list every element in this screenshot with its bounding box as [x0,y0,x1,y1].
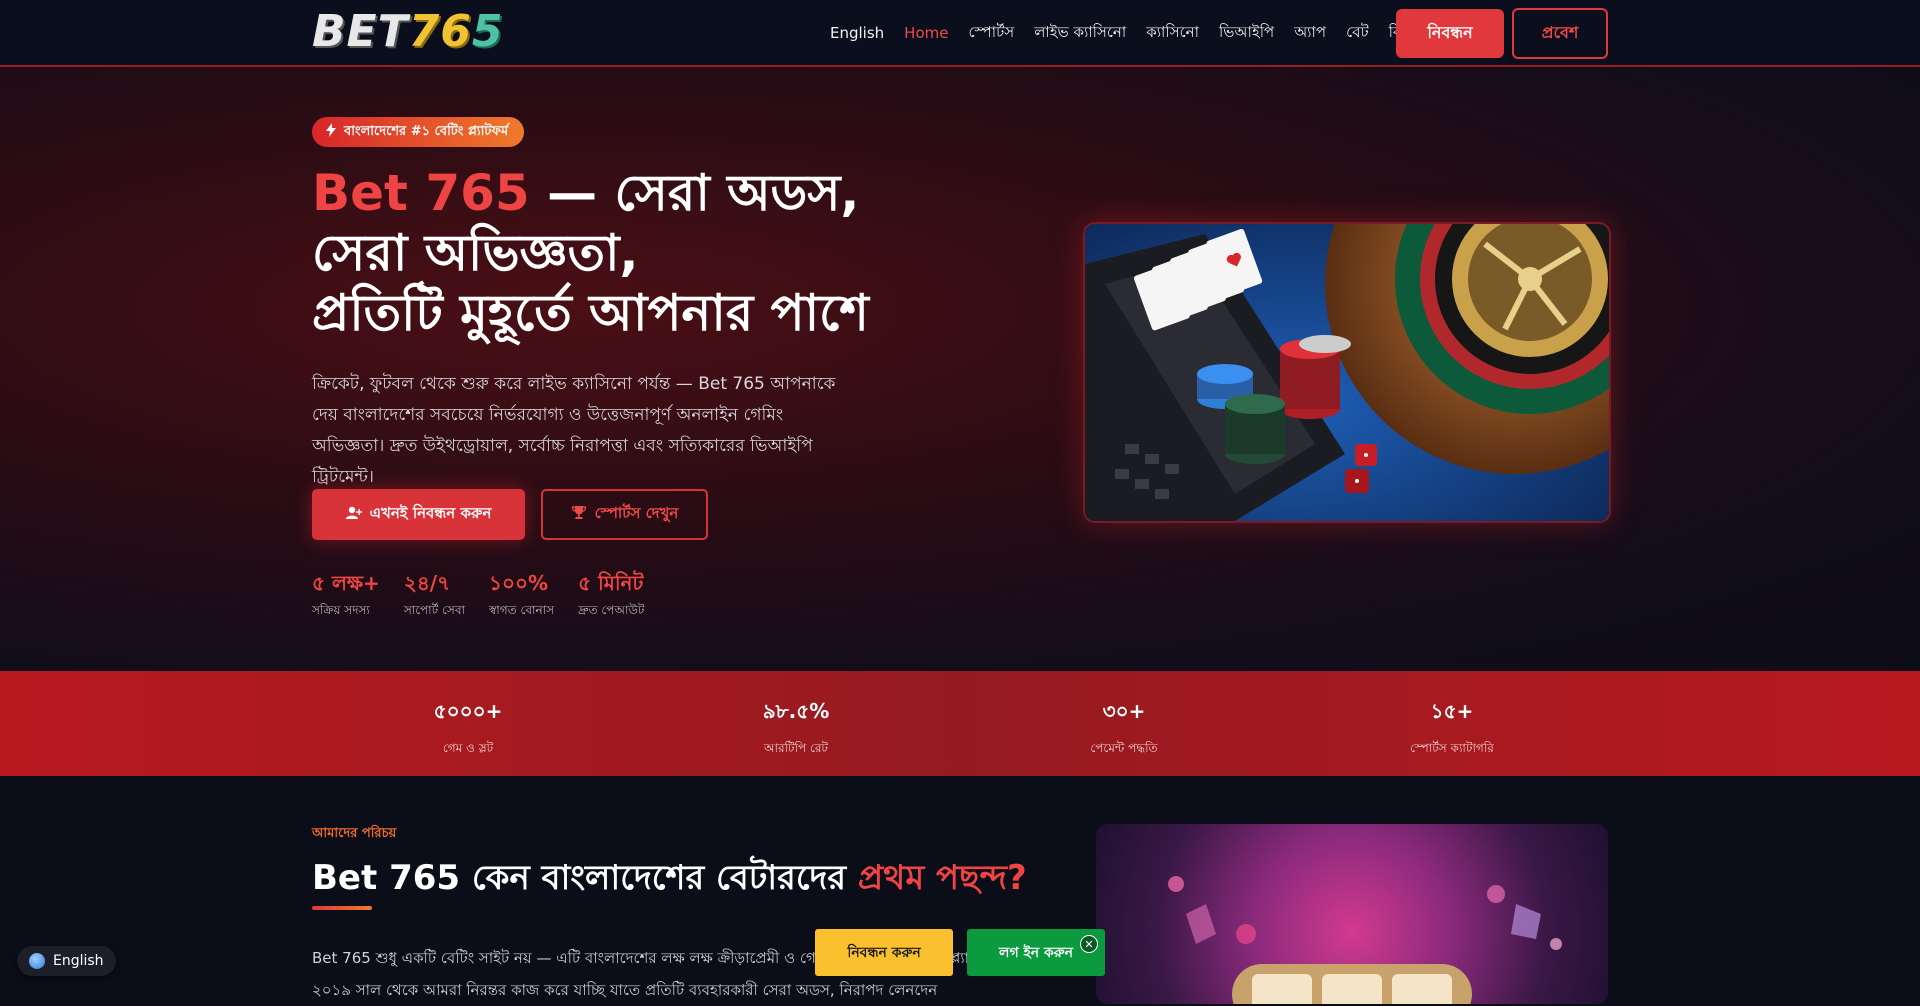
hero-sports-label: স্পোর্টস দেখুন [594,504,679,522]
hero-stats: ৫ লক্ষ+ সক্রিয় সদস্য ২৪/৭ সাপোর্ট সেবা … [312,570,644,622]
band-stat: ১৫+ স্পোর্টস ক্যাটাগরি [1410,699,1494,755]
hero-register-button[interactable]: এখনই নিবন্ধন করুন [312,489,525,540]
nav-english[interactable]: English [820,24,894,42]
nav-home[interactable]: Home [894,24,958,42]
hero-stat: ১০০% স্বাগত বোনাস [488,571,555,617]
globe-icon [29,953,45,969]
site-header: BET765 English Home স্পোর্টস লাইভ ক্যাসি… [0,0,1920,67]
floating-register-button[interactable]: নিবন্ধন করুন [815,929,953,976]
stats-band: ৫০০০+ গেম ও স্লট ৯৮.৫% আরটিপি রেট ৩০+ পে… [0,671,1920,776]
hero-stat: ৫ মিনিট দ্রুত পেআউট [578,571,645,617]
language-switcher[interactable]: English [17,946,116,976]
add-user-icon [345,506,362,524]
about-label: আমাদের পরিচয় [312,826,397,841]
hero-title: Bet 765 — সেরা অডস, সেরা অভিজ্ঞতা, প্রতিট… [312,163,952,343]
casino-hero-image [1083,222,1611,523]
slot-machine-image [1096,824,1608,1004]
header-register-button[interactable]: নিবন্ধন [1396,9,1504,58]
nav-bet[interactable]: বেট [1336,21,1379,46]
nav-app[interactable]: অ্যাপ [1284,21,1336,46]
close-icon[interactable]: ✕ [1080,935,1098,953]
band-stat: ৯৮.৫% আরটিপি রেট [762,699,830,755]
nav-live-casino[interactable]: লাইভ ক্যাসিনো [1024,21,1136,46]
hero-description: ক্রিকেট, ফুটবল থেকে শুরু করে লাইভ ক্যাসি… [312,374,836,487]
lightning-icon [326,123,336,141]
main-nav: English Home স্পোর্টস লাইভ ক্যাসিনো ক্যা… [820,0,1432,66]
header-login-button[interactable]: প্রবেশ [1512,8,1608,59]
nav-sports[interactable]: স্পোর্টস [958,21,1024,46]
hero-title-accent: Bet 765 [312,164,530,222]
casino-illustration [1085,224,1609,521]
language-label: English [53,953,104,969]
hero-sports-button[interactable]: স্পোর্টস দেখুন [541,489,708,540]
hero-title-line2: প্রতিটি মুহূর্তে আপনার পাশে [312,284,869,342]
hero-badge: বাংলাদেশের #১ বেটিং প্ল্যাটফর্ম [312,117,525,147]
slot-illustration [1168,876,1562,1004]
hero-badge-text: বাংলাদেশের #১ বেটিং প্ল্যাটফর্ম [344,123,509,139]
hero-register-label: এখনই নিবন্ধন করুন [369,504,492,522]
bet765-logo[interactable]: BET765 [312,10,503,54]
nav-casino[interactable]: ক্যাসিনো [1136,21,1209,46]
band-stat: ৩০+ পেমেন্ট পদ্ধতি [1090,699,1158,755]
about-underline [312,906,372,910]
nav-vip[interactable]: ভিআইপি [1209,21,1284,46]
hero-section: বাংলাদেশের #১ বেটিং প্ল্যাটফর্ম Bet 765 … [0,67,1920,671]
hero-stat: ৫ লক্ষ+ সক্রিয় সদস্য [312,571,380,617]
hero-stat: ২৪/৭ সাপোর্ট সেবা [403,571,465,617]
band-stat: ৫০০০+ গেম ও স্লট [433,699,503,755]
trophy-icon [571,505,587,524]
about-title: Bet 765 কেন বাংলাদেশের বেটারদের প্রথম পছ… [312,858,1027,898]
